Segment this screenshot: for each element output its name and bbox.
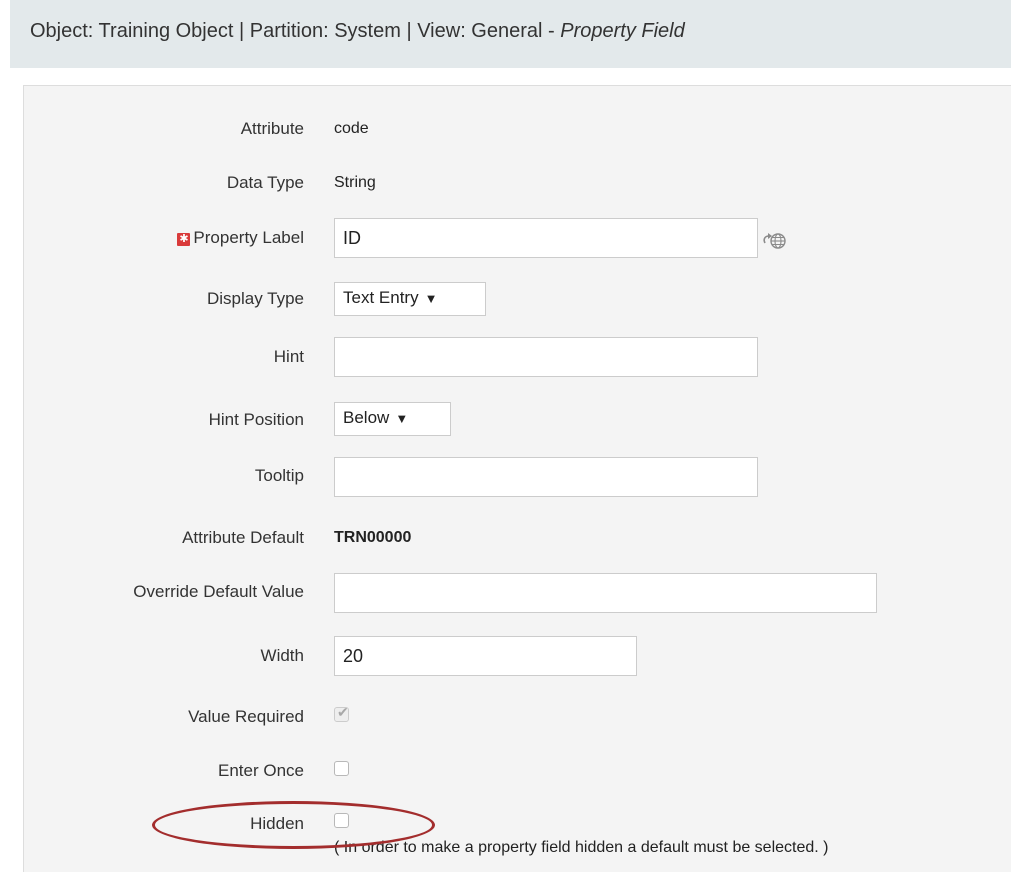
enter-once-checkbox[interactable] [334,761,349,776]
value-required-label: Value Required [188,707,304,726]
override-default-value-input[interactable] [334,573,877,613]
required-asterisk-icon: ✱ [177,233,191,246]
attribute-default-label: Attribute Default [182,528,304,547]
page-title-prefix: Object: Training Object | Partition: Sys… [30,20,561,42]
chevron-down-icon: ▼ [424,291,438,306]
data-type-label: Data Type [226,173,304,192]
hidden-label: Hidden [250,814,304,833]
globe-icon[interactable] [762,229,788,251]
page-title-view: Property Field [560,20,685,42]
hint-input[interactable] [334,337,758,377]
value-required-checkbox[interactable]: ✔ [334,704,349,722]
hint-position-select[interactable]: Below ▼ [334,402,451,436]
enter-once-label: Enter Once [218,761,304,780]
width-label: Width [260,646,304,665]
attribute-default-value: TRN00000 [334,529,412,546]
override-default-value-label: Override Default Value [133,582,304,601]
hidden-checkbox[interactable] [334,813,349,828]
attribute-value: code [334,120,369,137]
property-label-text: Property Label [193,228,304,247]
page: Object: Training Object | Partition: Sys… [0,0,1011,872]
display-type-value: Text Entry [343,288,419,307]
width-input[interactable] [334,636,637,676]
header-bar: Object: Training Object | Partition: Sys… [10,0,1011,68]
display-type-label: Display Type [206,289,304,308]
attribute-label: Attribute [240,119,304,138]
data-type-value: String [334,174,376,191]
hint-label: Hint [273,347,304,366]
page-title: Object: Training Object | Partition: Sys… [30,20,685,43]
tooltip-input[interactable] [334,457,758,497]
chevron-down-icon: ▼ [395,411,409,426]
hint-position-value: Below [343,408,390,427]
display-type-select[interactable]: Text Entry ▼ [334,282,486,316]
hint-position-label: Hint Position [208,410,304,429]
property-label-input[interactable] [334,218,758,258]
checkmark-icon: ✔ [337,704,349,720]
hidden-note: ( In order to make a property field hidd… [334,839,829,856]
tooltip-label: Tooltip [254,466,304,485]
property-label-label: ✱ Property Label [177,228,304,248]
